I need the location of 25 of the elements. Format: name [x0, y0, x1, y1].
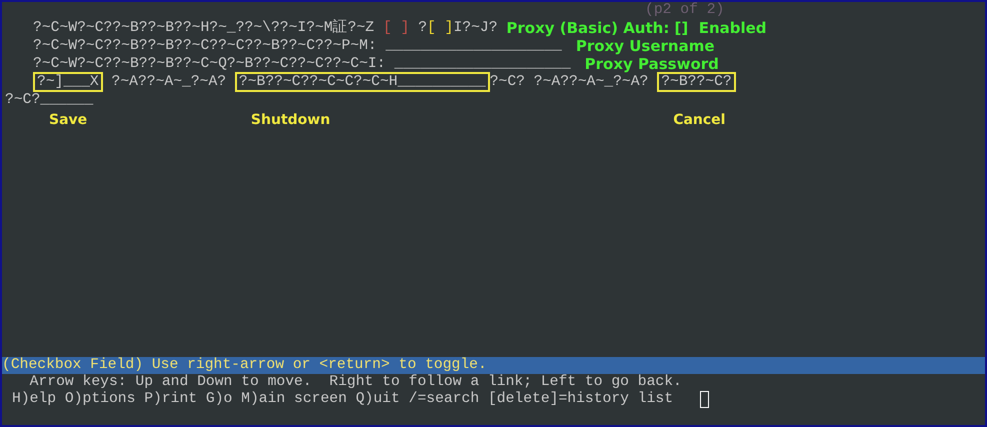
terminal-text: ?~A??~A~_?~A? [110, 73, 228, 91]
input-field[interactable]: ____________________ [386, 37, 562, 55]
terminal-text: I?~J? [453, 19, 499, 37]
text-cursor [700, 391, 710, 408]
highlighted-button[interactable]: ?~B??~C? [657, 72, 736, 92]
help-text: Arrow keys: Up and Down to move. Right to follow a link; Left to go back. [28, 374, 682, 391]
annotation-label: Proxy Username [576, 37, 714, 55]
terminal-text: ? [417, 19, 428, 37]
terminal-text: ?~C~W?~C??~B??~B??~C??~C??~B??~C??~P~M: [33, 37, 378, 55]
terminal-text: ?~C?______ [5, 91, 94, 109]
input-field[interactable]: ____________________ [394, 55, 571, 73]
status-bar: (Checkbox Field) Use right-arrow or <return> to toggle. [2, 357, 985, 374]
annotation-label: Save [49, 112, 88, 128]
annotation-label: Cancel [673, 112, 726, 128]
help-text: H)elp O)ptions P)rint G)o M)ain screen Q)uit /=search [delete]=history list [12, 391, 674, 408]
annotation-label: Proxy Password [584, 55, 719, 73]
checkbox[interactable]: [ ] [427, 19, 454, 37]
highlighted-button[interactable]: ?~B??~C??~C~C?~C~H__________ [234, 72, 490, 92]
highlighted-button[interactable]: ?~]___X [33, 72, 103, 92]
annotation-label: Shutdown [250, 112, 330, 128]
annotation-label: Proxy (Basic) Auth: [] Enabled [506, 19, 767, 37]
terminal-text: ?~C? ?~A??~A~_?~A? [490, 73, 650, 91]
terminal-text: ?~C~W?~C??~B??~B??~C~Q?~B??~C??~C??~C~I: [33, 55, 387, 73]
page-indicator: (p2 of 2) [645, 2, 724, 18]
terminal-text: ?~C~W?~C??~B??~B??~H?~_??~\??~I?~M証?~Z [33, 19, 376, 37]
